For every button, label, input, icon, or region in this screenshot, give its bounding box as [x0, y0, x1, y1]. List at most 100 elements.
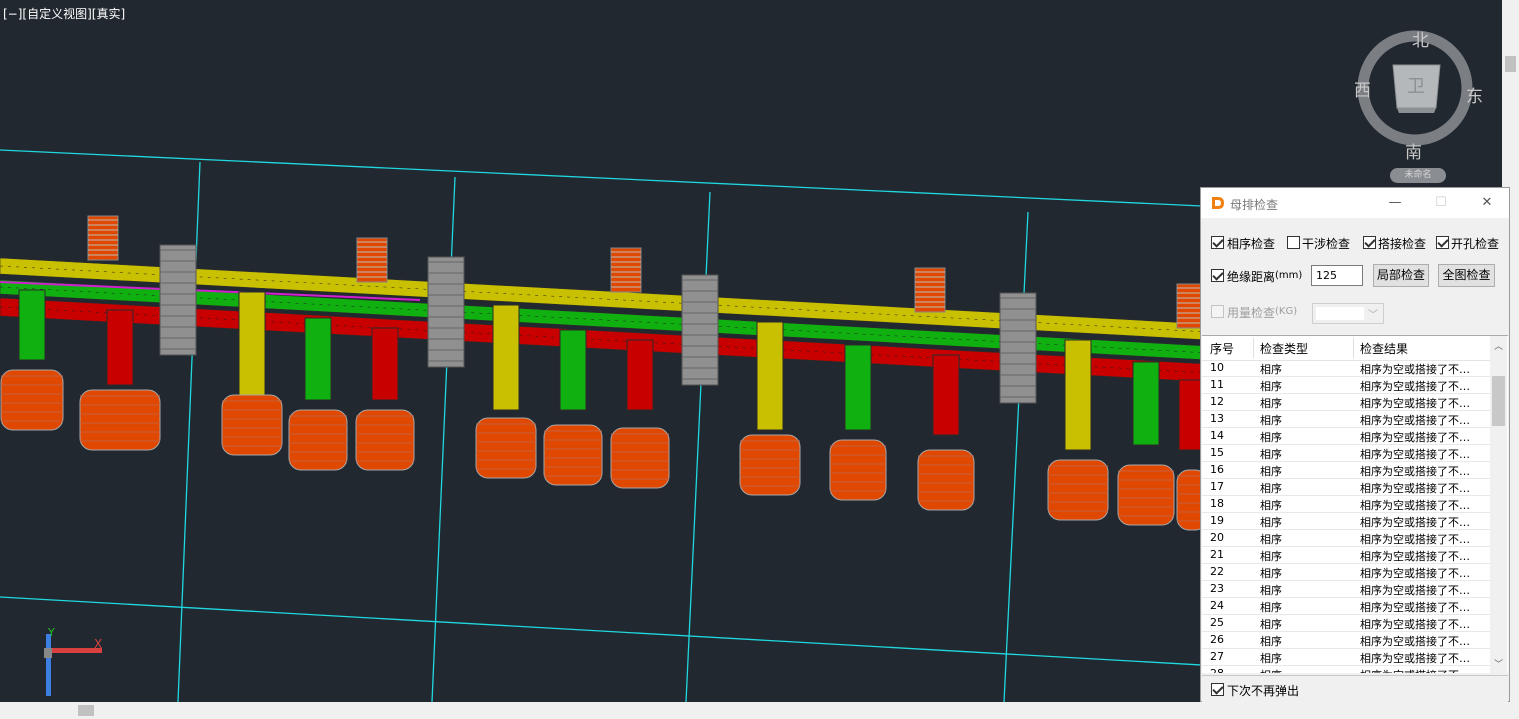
weight-check-label: 用量检查 [1227, 306, 1276, 320]
close-icon[interactable]: ✕ [1465, 188, 1509, 218]
drop-bar [371, 327, 399, 401]
row-check-result: 相序为空或搭接了不… [1360, 584, 1470, 597]
row-check-type: 相序 [1260, 584, 1282, 597]
scroll-down-arrow-icon[interactable]: ﹀ [1494, 657, 1503, 670]
row-check-type: 相序 [1260, 465, 1282, 478]
svg-text:卫: 卫 [1407, 76, 1425, 97]
phase-check-checkbox[interactable] [1211, 236, 1224, 249]
row-check-type: 相序 [1260, 448, 1282, 461]
view-mode-label[interactable]: [−][自定义视图][真实] [3, 5, 125, 22]
insulation-distance-input[interactable] [1311, 265, 1363, 286]
spring-terminal [356, 237, 388, 283]
overlap-check-label[interactable]: 搭接检查 [1378, 235, 1426, 252]
row-check-result: 相序为空或搭接了不… [1360, 550, 1470, 563]
table-scrollbar[interactable]: ︿ ﹀ [1490, 336, 1507, 673]
horizontal-scroll-thumb[interactable] [78, 705, 94, 716]
phase-check-label[interactable]: 相序检查 [1227, 235, 1275, 252]
table-row[interactable]: 19 相序 相序为空或搭接了不… [1202, 513, 1490, 530]
dialog-titlebar[interactable]: 母排检查 — ☐ ✕ [1201, 188, 1509, 218]
drop-bar [559, 329, 587, 411]
dont-show-again-checkbox[interactable] [1211, 683, 1224, 696]
table-row[interactable]: 23 相序 相序为空或搭接了不… [1202, 581, 1490, 598]
local-check-button[interactable]: 局部检查 [1373, 264, 1429, 287]
table-row[interactable]: 20 相序 相序为空或搭接了不… [1202, 530, 1490, 547]
scroll-corner [1502, 702, 1519, 719]
grid-line [177, 161, 201, 702]
row-index: 26 [1210, 633, 1224, 646]
row-check-type: 相序 [1260, 652, 1282, 665]
table-row[interactable]: 21 相序 相序为空或搭接了不… [1202, 547, 1490, 564]
named-view-dropdown[interactable]: 未命名 [1390, 168, 1446, 183]
column-header-type[interactable]: 检查类型 [1260, 340, 1308, 357]
insulation-distance-checkbox[interactable] [1211, 269, 1224, 282]
table-row[interactable]: 26 相序 相序为空或搭接了不… [1202, 632, 1490, 649]
ucs-icon: Y X [44, 626, 102, 696]
table-row[interactable]: 16 相序 相序为空或搭接了不… [1202, 462, 1490, 479]
table-row[interactable]: 17 相序 相序为空或搭接了不… [1202, 479, 1490, 496]
drop-bar [1064, 339, 1092, 451]
horizontal-scrollbar[interactable] [0, 702, 1502, 719]
spring-terminal [914, 267, 946, 313]
interference-check-checkbox[interactable] [1287, 236, 1300, 249]
scroll-up-arrow-icon[interactable] [1502, 0, 1519, 17]
compass-south[interactable]: 南 [1405, 138, 1422, 163]
maximize-icon[interactable]: ☐ [1419, 188, 1463, 218]
row-index: 23 [1210, 582, 1224, 595]
dialog-title: 母排检查 [1230, 198, 1279, 212]
table-row[interactable]: 11 相序 相序为空或搭接了不… [1202, 377, 1490, 394]
drop-bar [18, 289, 46, 361]
hole-check-checkbox[interactable] [1436, 236, 1449, 249]
row-check-result: 相序为空或搭接了不… [1360, 363, 1470, 376]
grid-line [685, 191, 711, 702]
table-scroll-thumb[interactable] [1492, 376, 1505, 426]
column-header-index[interactable]: 序号 [1210, 340, 1234, 357]
row-check-type: 相序 [1260, 499, 1282, 512]
hole-check-label[interactable]: 开孔检查 [1451, 235, 1499, 252]
drop-bar [304, 317, 332, 401]
row-check-result: 相序为空或搭接了不… [1360, 414, 1470, 427]
table-row[interactable]: 15 相序 相序为空或搭接了不… [1202, 445, 1490, 462]
full-check-button[interactable]: 全图检查 [1438, 264, 1495, 287]
row-check-type: 相序 [1260, 431, 1282, 444]
table-row[interactable]: 14 相序 相序为空或搭接了不… [1202, 428, 1490, 445]
overlap-check-checkbox[interactable] [1363, 236, 1376, 249]
svg-text:X: X [94, 637, 102, 651]
row-index: 22 [1210, 565, 1224, 578]
grid-line [1003, 211, 1029, 702]
check-results-table[interactable]: 序号 检查类型 检查结果 10 相序 相序为空或搭接了不… 11 相序 相序为空或搭接了不… [1202, 335, 1508, 673]
row-check-type: 相序 [1260, 533, 1282, 546]
weight-check-checkbox[interactable] [1211, 305, 1224, 318]
row-check-result: 相序为空或搭接了不… [1360, 601, 1470, 614]
vertical-scroll-thumb[interactable] [1505, 56, 1516, 72]
table-row[interactable]: 24 相序 相序为空或搭接了不… [1202, 598, 1490, 615]
table-row[interactable]: 22 相序 相序为空或搭接了不… [1202, 564, 1490, 581]
interference-check-label[interactable]: 干涉检查 [1302, 235, 1350, 252]
table-row[interactable]: 18 相序 相序为空或搭接了不… [1202, 496, 1490, 513]
row-check-result: 相序为空或搭接了不… [1360, 635, 1470, 648]
table-row[interactable]: 27 相序 相序为空或搭接了不… [1202, 649, 1490, 666]
column-header-result[interactable]: 检查结果 [1360, 340, 1408, 357]
compass-west[interactable]: 西 [1354, 76, 1371, 101]
insulation-distance-label[interactable]: 绝缘距离 [1227, 268, 1275, 285]
compass-north[interactable]: 北 [1412, 26, 1429, 51]
row-check-result: 相序为空或搭接了不… [1360, 618, 1470, 631]
row-index: 15 [1210, 446, 1224, 459]
table-row[interactable]: 28 相序 相序为空或搭接了不… [1202, 666, 1490, 673]
compass-east[interactable]: 东 [1466, 82, 1483, 107]
table-row[interactable]: 12 相序 相序为空或搭接了不… [1202, 394, 1490, 411]
row-check-type: 相序 [1260, 667, 1282, 673]
minimize-icon[interactable]: — [1373, 188, 1417, 218]
row-index: 20 [1210, 531, 1224, 544]
row-check-result: 相序为空或搭接了不… [1360, 482, 1470, 495]
row-index: 25 [1210, 616, 1224, 629]
chevron-down-icon: ﹀ [1368, 310, 1378, 321]
drop-bar [626, 339, 654, 411]
dont-show-again-label[interactable]: 下次不再弹出 [1227, 682, 1299, 699]
weight-select-dropdown[interactable]: ﹀ [1312, 303, 1384, 324]
scroll-up-arrow-icon[interactable]: ︿ [1494, 339, 1503, 352]
row-check-type: 相序 [1260, 414, 1282, 427]
table-row[interactable]: 13 相序 相序为空或搭接了不… [1202, 411, 1490, 428]
table-row[interactable]: 10 相序 相序为空或搭接了不… [1202, 360, 1490, 377]
row-check-result: 相序为空或搭接了不… [1360, 431, 1470, 444]
table-row[interactable]: 25 相序 相序为空或搭接了不… [1202, 615, 1490, 632]
